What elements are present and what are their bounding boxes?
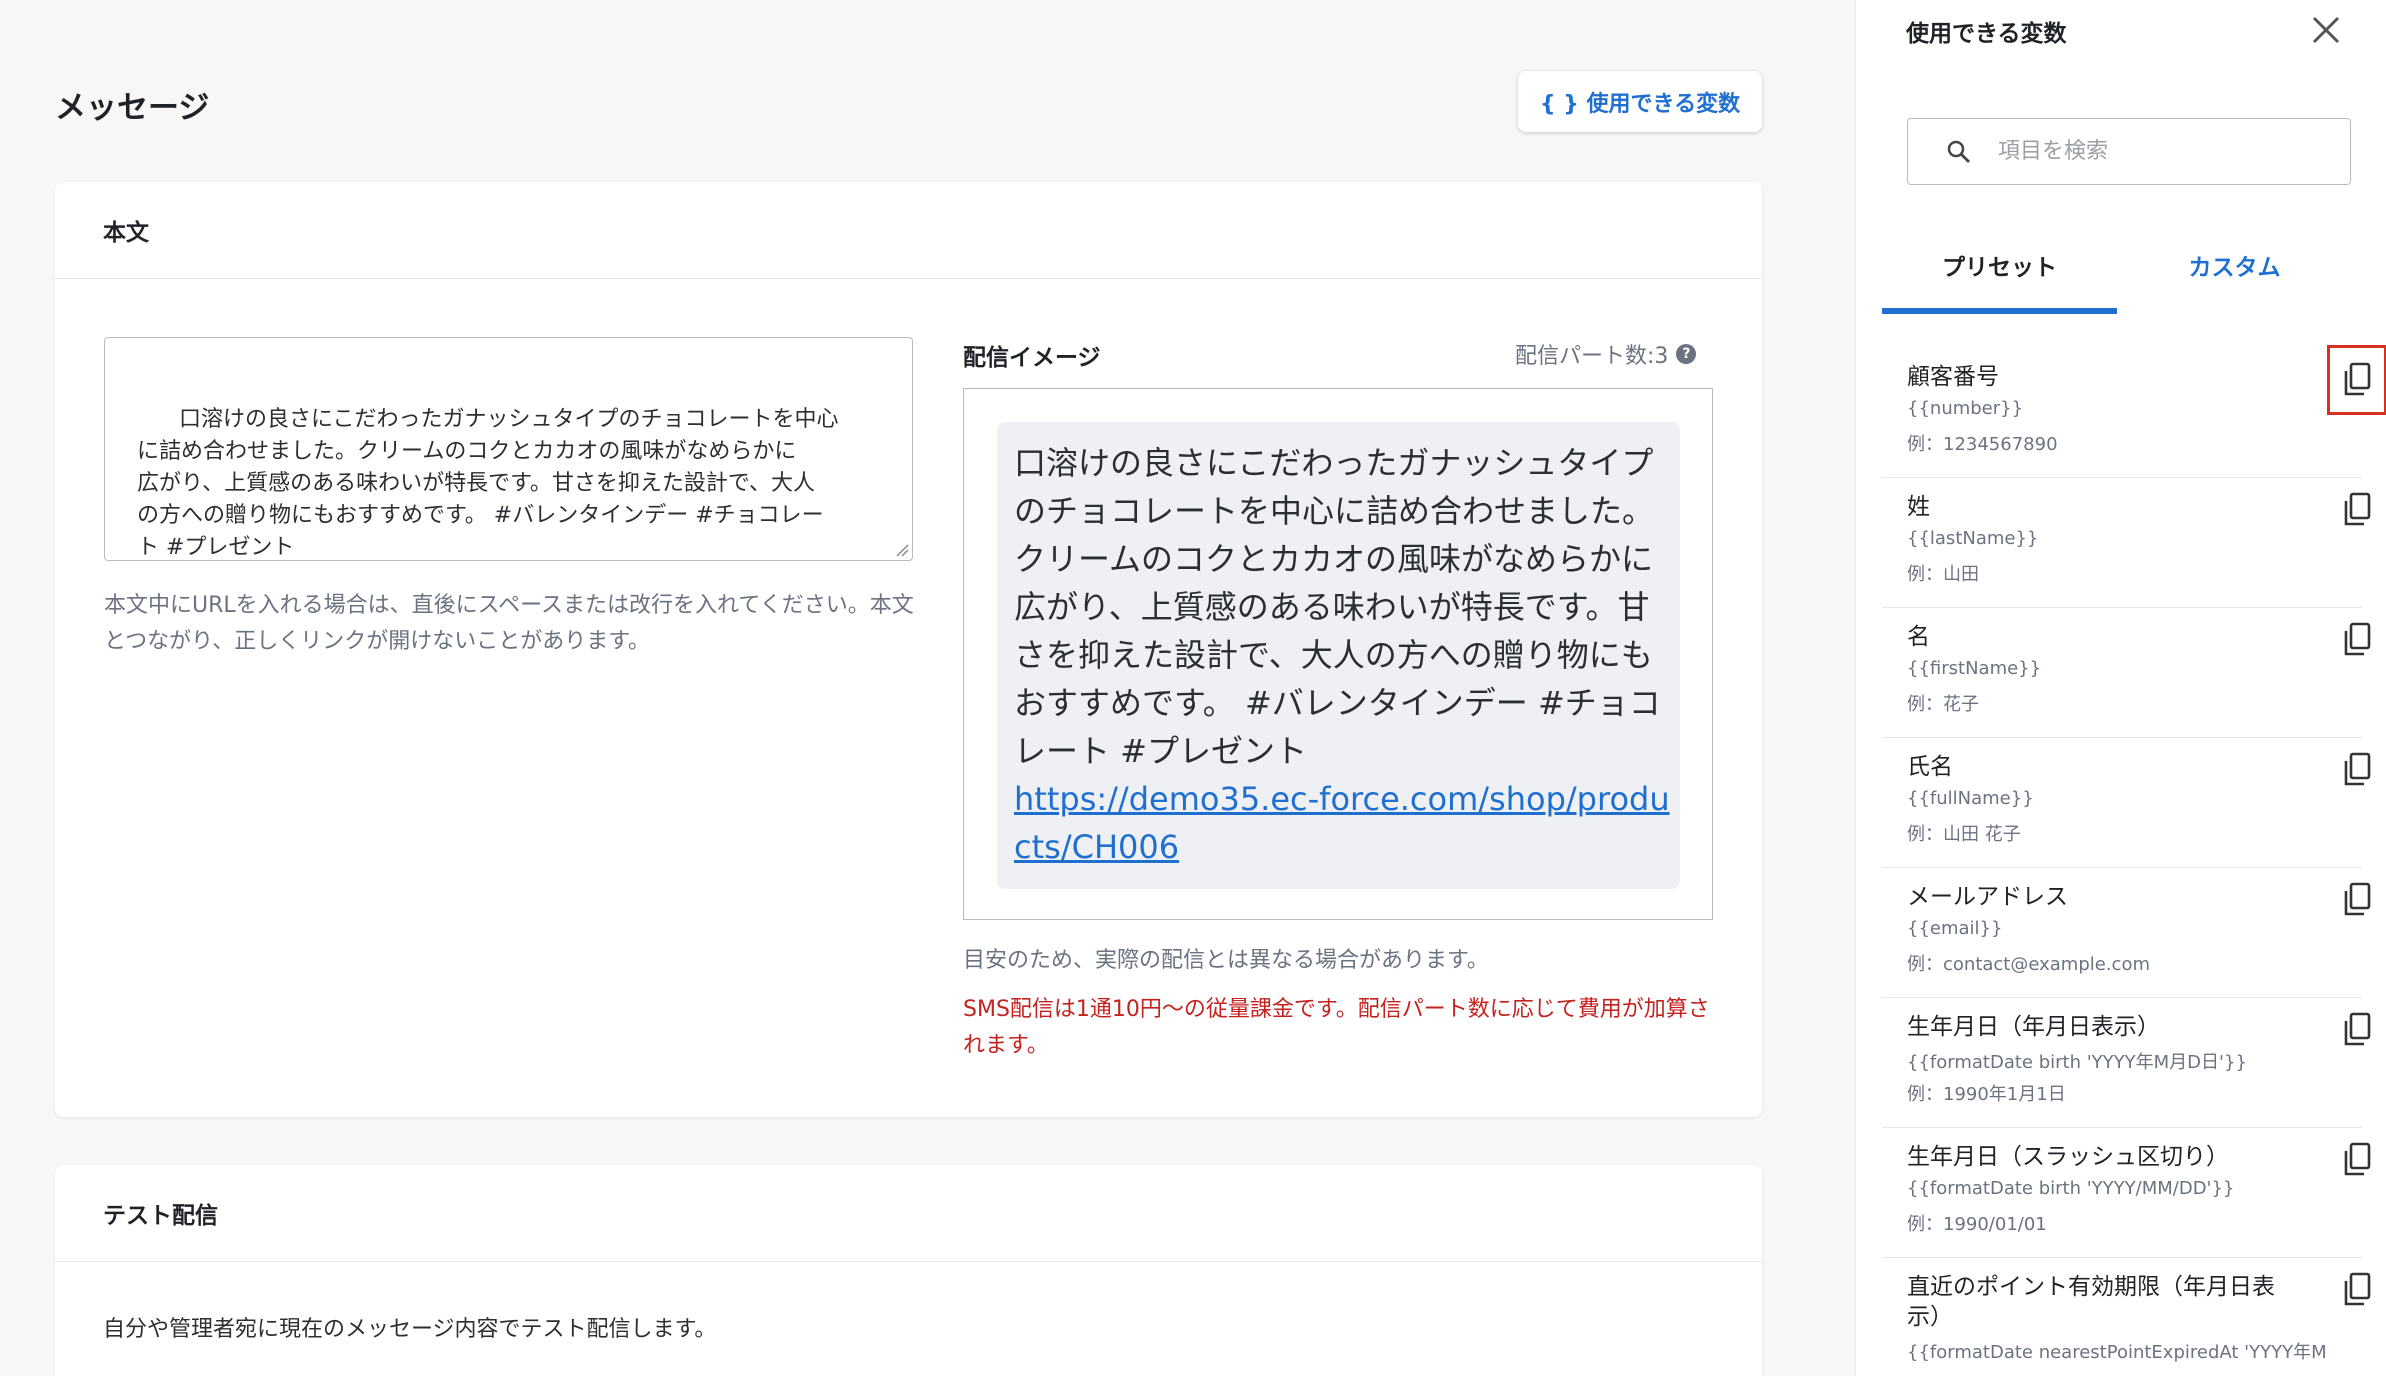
copy-icon[interactable] (2342, 620, 2372, 660)
variable-name: 生年月日（年月日表示） (1907, 1014, 2160, 1040)
preview-label: 配信イメージ (963, 345, 1101, 371)
variable-example: 例：山田 花子 (1907, 824, 2021, 845)
variable-example: 例：山田 (1907, 564, 1979, 585)
body-card-header: 本文 (55, 182, 1762, 279)
list-item: 直近のポイント有効期限（年月日表示） {{formatDate nearestP… (1882, 1258, 2371, 1376)
message-body-textarea[interactable]: 口溶けの良さにこだわったガナッシュタイプのチョコレートを中心 に詰め合わせました… (104, 337, 913, 561)
delivery-parts-count: 配信パート数:3 ? (1515, 338, 1697, 370)
variable-example: 例：1990年1月1日 (1907, 1084, 2066, 1105)
copy-icon[interactable] (2342, 750, 2372, 790)
available-variables-button[interactable]: { } 使用できる変数 (1518, 71, 1762, 132)
variable-code: {{fullName}} (1907, 788, 2034, 809)
close-icon[interactable] (2308, 12, 2344, 48)
variable-code: {{formatDate birth 'YYYY年M月D日'}} (1907, 1052, 2247, 1073)
list-item: 姓 {{lastName}} 例：山田 (1882, 478, 2371, 608)
sms-preview-box: 口溶けの良さにこだわったガナッシュタイプ のチョコレートを中心に詰め合わせました… (963, 388, 1713, 920)
main-area: メッセージ { } 使用できる変数 本文 口溶けの良さにこだわったガナッシュタイ… (0, 0, 1855, 1376)
variable-code: {{number}} (1907, 398, 2024, 419)
sms-preview-bubble: 口溶けの良さにこだわったガナッシュタイプ のチョコレートを中心に詰め合わせました… (997, 422, 1680, 889)
list-item: メールアドレス {{email}} 例：contact@example.com (1882, 868, 2371, 998)
search-icon (1947, 140, 1970, 163)
preview-disclaimer: 目安のため、実際の配信とは異なる場合があります。 (963, 948, 1489, 973)
list-item: 名 {{firstName}} 例：花子 (1882, 608, 2371, 738)
variable-search-box (1907, 118, 2351, 185)
sms-preview-link[interactable]: https://demo35.ec-force.com/shop/product… (1014, 780, 1670, 866)
list-item: 生年月日（スラッシュ区切り） {{formatDate birth 'YYYY/… (1882, 1128, 2371, 1258)
variable-name: 直近のポイント有効期限（年月日表示） (1907, 1274, 2275, 1330)
variable-code: {{firstName}} (1907, 658, 2042, 679)
copy-icon[interactable] (2342, 490, 2372, 530)
copy-icon[interactable] (2342, 1270, 2372, 1310)
variable-search-input[interactable] (1998, 139, 2318, 164)
list-item: 生年月日（年月日表示） {{formatDate birth 'YYYY年M月D… (1882, 998, 2371, 1128)
page-title: メッセージ (55, 90, 210, 126)
variable-name: 姓 (1907, 494, 1930, 520)
copy-icon[interactable] (2342, 1140, 2372, 1180)
sms-preview-text: 口溶けの良さにこだわったガナッシュタイプ のチョコレートを中心に詰め合わせました… (1014, 444, 1661, 770)
variable-name: 名 (1907, 624, 1930, 650)
variable-example: 例：花子 (1907, 694, 1979, 715)
list-item: 氏名 {{fullName}} 例：山田 花子 (1882, 738, 2371, 868)
variable-list: 顧客番号 {{number}} 例：1234567890 姓 {{lastNam… (1882, 345, 2386, 1376)
tab-preset[interactable]: プリセット (1882, 236, 2117, 314)
message-body-text: 口溶けの良さにこだわったガナッシュタイプのチョコレートを中心 に詰め合わせました… (137, 407, 839, 560)
test-delivery-header: テスト配信 (55, 1165, 1762, 1262)
copy-icon[interactable] (2327, 345, 2386, 415)
test-delivery-card: テスト配信 自分や管理者宛に現在のメッセージ内容でテスト配信します。 (55, 1165, 1762, 1376)
panel-title: 使用できる変数 (1906, 21, 2067, 47)
copy-icon[interactable] (2342, 1010, 2372, 1050)
variable-name: 生年月日（スラッシュ区切り） (1907, 1144, 2229, 1170)
variables-panel: 使用できる変数 プリセット カスタム 顧客番号 {{number}} 例：123… (1855, 0, 2386, 1376)
variable-example: 例：1234567890 (1907, 434, 2058, 455)
list-item: 顧客番号 {{number}} 例：1234567890 (1882, 345, 2386, 478)
help-icon[interactable]: ? (1676, 344, 1697, 364)
variable-code: {{lastName}} (1907, 528, 2039, 549)
variable-code: {{formatDate nearestPointExpiredAt 'YYYY… (1907, 1342, 2327, 1363)
variable-code: {{email}} (1907, 918, 2003, 939)
variable-name: メールアドレス (1907, 884, 2068, 910)
billing-warning: SMS配信は1通10円〜の従量課金です。配信パート数に応じて費用が加算されます。 (963, 997, 1710, 1058)
variable-example: 例：contact@example.com (1907, 954, 2150, 975)
tab-custom[interactable]: カスタム (2117, 236, 2352, 314)
copy-icon[interactable] (2342, 880, 2372, 920)
variable-tabs: プリセット カスタム (1882, 236, 2352, 314)
url-hint-text: 本文中にURLを入れる場合は、直後にスペースまたは改行を入れてください。本文とつ… (104, 593, 914, 654)
delivery-parts-label: 配信パート数:3 (1515, 344, 1669, 369)
variable-name: 顧客番号 (1907, 364, 1999, 390)
test-delivery-description: 自分や管理者宛に現在のメッセージ内容でテスト配信します。 (103, 1317, 717, 1342)
resize-handle-icon[interactable] (895, 543, 909, 557)
body-card: 本文 口溶けの良さにこだわったガナッシュタイプのチョコレートを中心 に詰め合わせ… (55, 182, 1762, 1117)
variable-name: 氏名 (1907, 754, 1953, 780)
variable-code: {{formatDate birth 'YYYY/MM/DD'}} (1907, 1178, 2235, 1199)
variable-example: 例：1990/01/01 (1907, 1214, 2047, 1235)
